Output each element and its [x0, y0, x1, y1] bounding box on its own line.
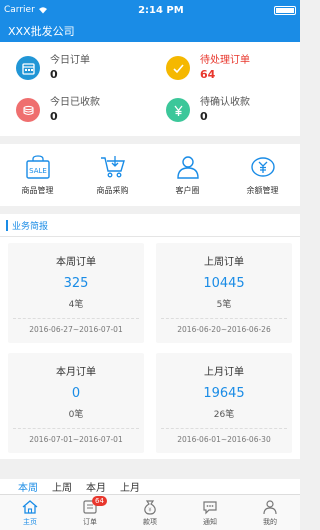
stat-value: 0	[50, 110, 58, 123]
stat-label: 今日已收款	[50, 97, 100, 108]
card-divider	[13, 318, 139, 319]
tab-label: 订单	[83, 517, 97, 526]
card-count: 5笔	[216, 300, 232, 310]
card-divider	[13, 428, 139, 429]
tab-this-week[interactable]: 本周	[18, 479, 38, 495]
nav-bar: XXX批发公司	[0, 20, 300, 42]
tab-label: 款项	[143, 517, 157, 526]
divider	[0, 136, 300, 144]
stat-value: 64	[200, 68, 216, 81]
card-title: 上周订单	[204, 257, 244, 268]
money-bag-icon: ¥	[144, 499, 156, 515]
stat-today-received[interactable]: 今日已收款 0	[0, 88, 150, 130]
stat-label: 待处理订单	[200, 55, 250, 66]
page-title: XXX批发公司	[8, 25, 75, 38]
card-count: 0笔	[68, 410, 84, 420]
card-title: 上月订单	[204, 367, 244, 378]
accent-bar	[6, 219, 8, 231]
order-badge: 64	[92, 496, 107, 506]
card-divider	[161, 428, 287, 429]
person-icon	[176, 156, 199, 179]
tab-last-month[interactable]: 上月	[120, 479, 140, 495]
stat-value: 0	[50, 68, 58, 81]
bottom-tab-bar: 主页 64 订单 ¥ 款项 通知 我的	[0, 494, 300, 530]
report-card-this-week[interactable]: 本周订单 325 4笔 2016-06-27~2016-07-01	[8, 243, 144, 343]
action-label: 余额管理	[246, 186, 279, 195]
chat-icon	[203, 500, 217, 514]
card-amount: 325	[63, 276, 89, 291]
status-bar: Carrier 2:14 PM	[0, 0, 300, 20]
tab-label: 主页	[23, 517, 37, 526]
card-count: 4笔	[68, 300, 84, 310]
sale-bag-icon: SALE	[25, 155, 50, 179]
stat-pending-payment[interactable]: 待确认收款 0	[150, 88, 300, 130]
card-amount: 19645	[203, 386, 245, 401]
svg-text:SALE: SALE	[29, 167, 47, 175]
tab-notifications[interactable]: 通知	[180, 495, 240, 530]
calendar-icon	[16, 56, 40, 80]
yen-icon	[166, 98, 190, 122]
tab-home[interactable]: 主页	[0, 495, 60, 530]
action-label: 商品采购	[96, 186, 129, 195]
card-date-range: 2016-06-20~2016-06-26	[177, 325, 271, 334]
report-card-this-month[interactable]: 本月订单 0 0笔 2016-07-01~2016-07-01	[8, 353, 144, 453]
card-title: 本周订单	[56, 257, 96, 268]
divider	[0, 206, 300, 214]
report-cards: 本周订单 325 4笔 2016-06-27~2016-07-01 上周订单 1…	[0, 237, 300, 453]
section-title: 业务简报	[12, 221, 49, 232]
stat-value: 0	[200, 110, 208, 123]
report-card-last-month[interactable]: 上月订单 19645 26笔 2016-06-01~2016-06-30	[156, 353, 292, 453]
card-date-range: 2016-06-27~2016-07-01	[29, 325, 123, 334]
carrier-indicator: Carrier	[4, 5, 48, 15]
stat-label: 待确认收款	[200, 97, 250, 108]
card-date-range: 2016-06-01~2016-06-30	[177, 435, 271, 444]
card-date-range: 2016-07-01~2016-07-01	[29, 435, 123, 444]
stat-label: 今日订单	[50, 55, 90, 66]
action-label: 商品管理	[21, 186, 54, 195]
wifi-icon	[38, 7, 47, 14]
wallet-yen-icon	[250, 157, 275, 177]
tab-last-week[interactable]: 上周	[52, 479, 72, 495]
tab-orders[interactable]: 64 订单	[60, 495, 120, 530]
section-header: 业务简报	[0, 214, 300, 237]
tab-label: 通知	[203, 517, 217, 526]
check-icon	[166, 56, 190, 80]
quick-actions: SALE 商品管理 商品采购 客户圈 余额管理	[0, 144, 300, 206]
period-tabs: 本周 上周 本月 上月	[0, 479, 300, 495]
stat-today-orders[interactable]: 今日订单 0	[0, 46, 150, 88]
user-icon	[263, 499, 277, 514]
home-icon	[22, 499, 38, 514]
tab-payments[interactable]: ¥ 款项	[120, 495, 180, 530]
clock: 2:14 PM	[138, 4, 184, 16]
action-balance-management[interactable]: 余额管理	[225, 144, 300, 206]
stats-grid: 今日订单 0 待处理订单 64 今日已收款 0 待确认收款 0	[0, 42, 300, 136]
tab-label: 我的	[263, 517, 277, 526]
report-card-last-week[interactable]: 上周订单 10445 5笔 2016-06-20~2016-06-26	[156, 243, 292, 343]
svg-text:¥: ¥	[148, 507, 151, 513]
card-amount: 10445	[203, 276, 245, 291]
business-report: 业务简报 本周订单 325 4笔 2016-06-27~2016-07-01 上…	[0, 214, 300, 459]
card-title: 本月订单	[56, 367, 96, 378]
card-divider	[161, 318, 287, 319]
card-count: 26笔	[213, 410, 235, 420]
stat-pending-orders[interactable]: 待处理订单 64	[150, 46, 300, 88]
battery-icon	[273, 5, 296, 15]
tab-profile[interactable]: 我的	[240, 495, 300, 530]
cart-icon	[100, 156, 125, 178]
carrier-label: Carrier	[4, 5, 35, 15]
action-product-purchase[interactable]: 商品采购	[75, 144, 150, 206]
card-amount: 0	[71, 386, 81, 401]
tab-this-month[interactable]: 本月	[86, 479, 106, 495]
action-product-management[interactable]: SALE 商品管理	[0, 144, 75, 206]
action-label: 客户圈	[175, 186, 200, 195]
coins-icon	[16, 98, 40, 122]
action-customer-circle[interactable]: 客户圈	[150, 144, 225, 206]
